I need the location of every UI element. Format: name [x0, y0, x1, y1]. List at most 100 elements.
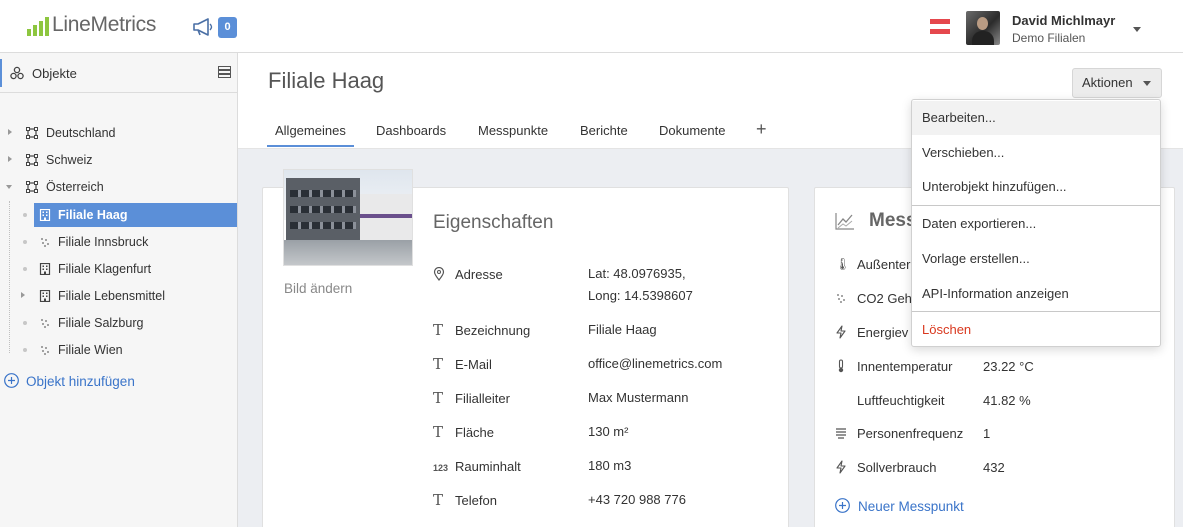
- measurement-value: 1: [983, 426, 991, 441]
- bolt-icon: [836, 325, 846, 339]
- measurement-value: 23.22 °C: [983, 359, 1034, 374]
- sidebar-item-label: Schweiz: [46, 153, 93, 167]
- property-key: Filialleiter: [455, 391, 510, 406]
- list-icon: [836, 428, 846, 439]
- logo-bars-icon: [27, 17, 49, 36]
- property-key: E-Mail: [455, 357, 492, 372]
- user-organization[interactable]: Demo Filialen: [1012, 31, 1085, 45]
- avatar[interactable]: [966, 11, 1000, 45]
- tab-allgemeines[interactable]: Allgemeines: [267, 123, 354, 147]
- actions-label: Aktionen: [1082, 75, 1133, 90]
- measurement-key: Luftfeuchtigkeit: [857, 393, 945, 408]
- sidebar-item-filiale-salzburg[interactable]: Filiale Salzburg: [0, 311, 237, 335]
- user-name[interactable]: David Michlmayr: [1012, 13, 1115, 28]
- user-menu-caret-icon[interactable]: [1133, 27, 1141, 32]
- list-view-icon[interactable]: [218, 66, 231, 78]
- austria-flag-icon[interactable]: [930, 19, 950, 34]
- area-icon: [26, 181, 38, 193]
- sidebar-item-filiale-lebensmittel[interactable]: Filiale Lebensmittel: [0, 284, 237, 308]
- sidebar-item-label: Deutschland: [46, 126, 116, 140]
- menu-item-export-data[interactable]: Daten exportieren...: [912, 207, 1160, 241]
- thermometer-icon: [838, 359, 844, 373]
- top-bar: LineMetrics 0 David Michlmayr Demo Filia…: [0, 0, 1183, 53]
- add-object-link[interactable]: Objekt hinzufügen: [26, 374, 135, 389]
- object-photo[interactable]: [283, 169, 413, 266]
- location-icon: [433, 267, 445, 281]
- property-key: Telefon: [455, 493, 497, 508]
- add-circle-icon[interactable]: [835, 498, 850, 513]
- dots-icon: [41, 238, 49, 247]
- property-value: 130 m²: [588, 424, 629, 439]
- text-icon: T: [433, 355, 444, 373]
- area-icon: [26, 127, 38, 139]
- sidebar-item-label: Österreich: [46, 180, 104, 194]
- page-title: Filiale Haag: [268, 68, 385, 93]
- tab-messpunkte[interactable]: Messpunkte: [478, 123, 548, 138]
- measurement-value: 432: [983, 460, 1005, 475]
- actions-dropdown-menu: Bearbeiten... Verschieben... Unterobjekt…: [911, 99, 1161, 347]
- property-key: Fläche: [455, 425, 495, 440]
- properties-title: Eigenschaften: [433, 212, 554, 233]
- menu-item-move[interactable]: Verschieben...: [912, 136, 1160, 170]
- sidebar-item-filiale-wien[interactable]: Filiale Wien: [0, 338, 237, 362]
- tab-dokumente[interactable]: Dokumente: [659, 123, 725, 138]
- measurement-key: Außenter: [857, 257, 911, 272]
- dots-icon: [41, 346, 49, 355]
- menu-item-add-subobject[interactable]: Unterobjekt hinzufügen...: [912, 170, 1160, 204]
- change-image-link[interactable]: Bild ändern: [284, 281, 352, 296]
- address-lat: Lat: 48.0976935,: [588, 266, 686, 281]
- sidebar-title[interactable]: Objekte: [32, 66, 77, 81]
- dots-icon: [41, 319, 49, 328]
- building-icon: [39, 290, 51, 302]
- menu-item-create-template[interactable]: Vorlage erstellen...: [912, 242, 1160, 276]
- sidebar-item-filiale-klagenfurt[interactable]: Filiale Klagenfurt: [0, 257, 237, 281]
- sidebar-item-filiale-innsbruck[interactable]: Filiale Innsbruck: [0, 230, 237, 254]
- new-measurement-link[interactable]: Neuer Messpunkt: [858, 499, 964, 514]
- text-icon: T: [433, 423, 444, 441]
- menu-item-edit[interactable]: Bearbeiten...: [912, 101, 1160, 135]
- building-icon: [39, 209, 51, 221]
- notification-badge[interactable]: 0: [218, 17, 237, 38]
- menu-divider: [912, 205, 1160, 206]
- sidebar-item-label: Filiale Klagenfurt: [58, 262, 152, 276]
- add-tab-button[interactable]: +: [756, 119, 767, 140]
- sidebar-item-label: Filiale Wien: [58, 343, 123, 357]
- text-icon: T: [433, 321, 444, 339]
- collapse-arrow-icon[interactable]: [6, 185, 12, 189]
- add-circle-icon[interactable]: [4, 373, 19, 388]
- megaphone-icon[interactable]: [192, 18, 214, 36]
- expand-arrow-icon[interactable]: [8, 156, 12, 162]
- building-icon: [39, 263, 51, 275]
- sidebar-item-filiale-haag[interactable]: Filiale Haag: [0, 203, 237, 227]
- number-icon: 123: [433, 463, 449, 473]
- sidebar-item-oesterreich[interactable]: Österreich: [0, 175, 237, 199]
- menu-item-delete[interactable]: Löschen: [912, 313, 1160, 347]
- measurement-key: Energiev: [857, 325, 909, 340]
- property-key: Rauminhalt: [455, 459, 521, 474]
- tree-bullet: [23, 213, 27, 217]
- sidebar-item-deutschland[interactable]: Deutschland: [0, 121, 237, 145]
- menu-item-api-info[interactable]: API-Information anzeigen: [912, 277, 1160, 311]
- line-chart-icon: [835, 213, 854, 230]
- area-icon: [26, 154, 38, 166]
- expand-arrow-icon[interactable]: [21, 292, 25, 298]
- tree-bullet: [23, 321, 27, 325]
- text-icon: T: [433, 491, 444, 509]
- property-value: Max Mustermann: [588, 390, 689, 405]
- objects-icon: [10, 66, 24, 80]
- dots-icon: [837, 294, 845, 303]
- linemetrics-logo[interactable]: LineMetrics: [27, 14, 156, 36]
- actions-button[interactable]: Aktionen: [1072, 68, 1162, 98]
- sidebar-item-label: Filiale Lebensmittel: [58, 289, 165, 303]
- property-value: +43 720 988 776: [588, 492, 686, 507]
- tab-dashboards[interactable]: Dashboards: [376, 123, 446, 138]
- tab-berichte[interactable]: Berichte: [580, 123, 628, 138]
- measurement-value: 41.82 %: [983, 393, 1031, 408]
- sidebar-item-label: Filiale Haag: [58, 208, 128, 222]
- sidebar-item-label: Filiale Innsbruck: [58, 235, 149, 249]
- property-value: office@linemetrics.com: [588, 356, 723, 371]
- measurement-key: CO2 Geh: [857, 291, 912, 306]
- sidebar-header: Objekte: [0, 53, 237, 93]
- expand-arrow-icon[interactable]: [8, 129, 12, 135]
- sidebar-item-schweiz[interactable]: Schweiz: [0, 148, 237, 172]
